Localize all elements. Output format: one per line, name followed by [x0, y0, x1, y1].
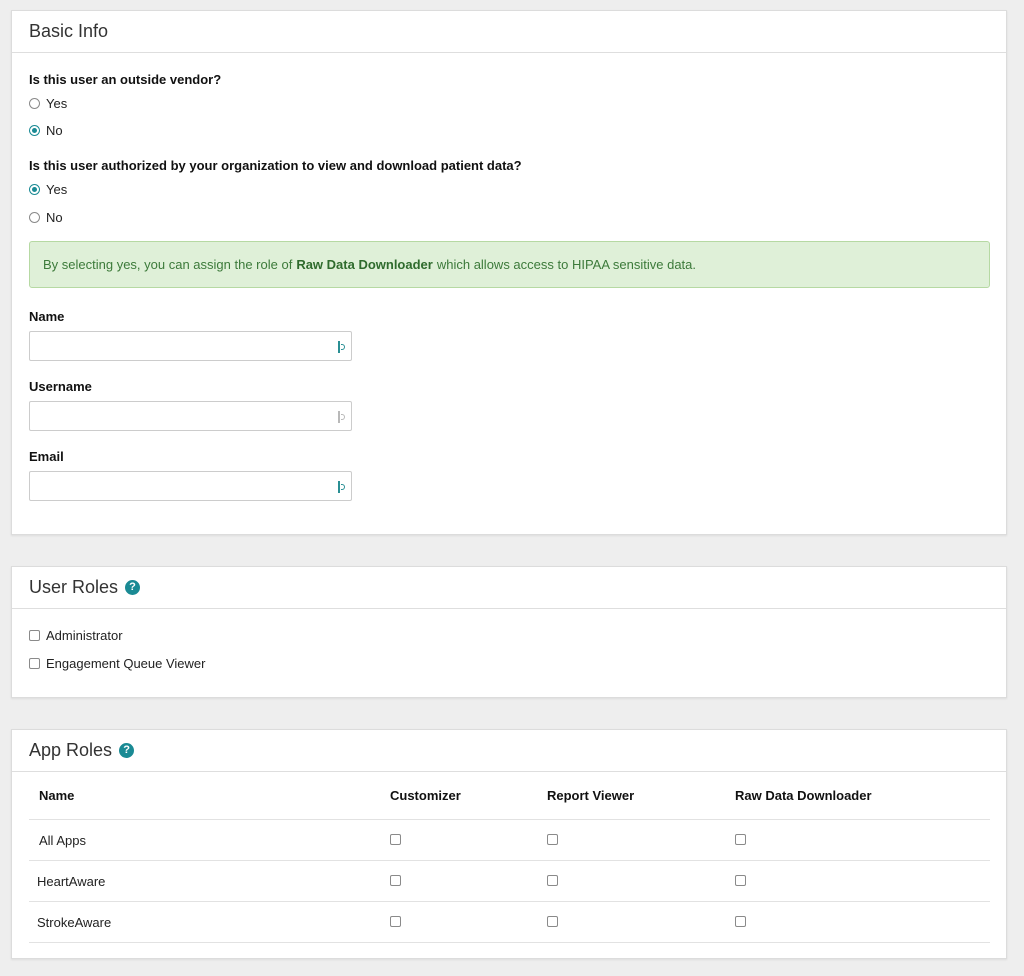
- report-viewer-cell: [547, 860, 735, 902]
- user-roles-header: User Roles ?: [12, 567, 1006, 609]
- basic-info-header: Basic Info: [12, 11, 1006, 53]
- user-roles-panel: User Roles ? Administrator Engagement Qu…: [11, 566, 1007, 698]
- role-administrator-label: Administrator: [46, 628, 123, 643]
- basic-info-title: Basic Info: [29, 21, 109, 41]
- column-header-report-viewer: Report Viewer: [547, 772, 735, 820]
- customizer-cell: [390, 819, 547, 861]
- vendor-yes-label: Yes: [46, 96, 68, 111]
- app-roles-title: App Roles: [29, 740, 113, 760]
- app-roles-header: App Roles ?: [12, 730, 1006, 772]
- autofill-icon[interactable]: [338, 479, 348, 493]
- vendor-no-label: No: [46, 123, 63, 138]
- role-administrator-checkbox[interactable]: [29, 630, 40, 641]
- vendor-yes-option[interactable]: Yes: [29, 96, 67, 111]
- app-name-cell: All Apps: [29, 819, 390, 861]
- role-engagement-checkbox[interactable]: [29, 658, 40, 669]
- authorized-yes-option[interactable]: Yes: [29, 182, 67, 197]
- help-icon[interactable]: ?: [125, 580, 141, 595]
- alert-prefix: By selecting yes, you can assign the rol…: [43, 257, 293, 272]
- app-roles-panel: App Roles ? Name Customizer Report Viewe…: [11, 729, 1007, 959]
- customizer-checkbox[interactable]: [390, 915, 401, 927]
- raw-data-checkbox[interactable]: [735, 874, 746, 886]
- customizer-cell: [390, 860, 547, 902]
- customizer-checkbox[interactable]: [390, 833, 401, 845]
- app-name-cell: HeartAware: [29, 860, 390, 902]
- role-administrator-option[interactable]: Administrator: [29, 628, 123, 643]
- email-input[interactable]: [29, 471, 352, 501]
- help-icon[interactable]: ?: [119, 743, 135, 758]
- authorized-no-label: No: [46, 210, 63, 225]
- report-viewer-checkbox[interactable]: [547, 915, 558, 927]
- report-viewer-cell: [547, 819, 735, 861]
- vendor-no-option[interactable]: No: [29, 123, 63, 138]
- vendor-no-radio[interactable]: [29, 125, 40, 136]
- column-header-customizer: Customizer: [390, 772, 547, 820]
- app-roles-table: Name Customizer Report Viewer Raw Data D…: [29, 772, 990, 943]
- raw-data-checkbox[interactable]: [735, 915, 746, 927]
- authorized-no-option[interactable]: No: [29, 210, 63, 225]
- report-viewer-checkbox[interactable]: [547, 833, 558, 845]
- customizer-cell: [390, 901, 547, 943]
- table-header-row: Name Customizer Report Viewer Raw Data D…: [29, 772, 990, 820]
- app-name-cell: StrokeAware: [29, 901, 390, 943]
- alert-suffix: which allows access to HIPAA sensitive d…: [436, 257, 696, 272]
- table-row: All Apps: [29, 819, 990, 861]
- column-header-raw-data: Raw Data Downloader: [735, 772, 990, 820]
- alert-role-name: Raw Data Downloader: [296, 257, 433, 272]
- role-engagement-label: Engagement Queue Viewer: [46, 656, 206, 671]
- vendor-yes-radio[interactable]: [29, 98, 40, 109]
- raw-data-alert: By selecting yes, you can assign the rol…: [29, 241, 990, 288]
- raw-data-checkbox[interactable]: [735, 833, 746, 845]
- authorized-yes-label: Yes: [46, 182, 68, 197]
- role-engagement-option[interactable]: Engagement Queue Viewer: [29, 656, 205, 671]
- authorized-no-radio[interactable]: [29, 212, 40, 223]
- raw-data-cell: [735, 901, 990, 943]
- customizer-checkbox[interactable]: [390, 874, 401, 886]
- name-label: Name: [29, 309, 65, 324]
- table-row: StrokeAware: [29, 901, 990, 943]
- column-header-name: Name: [29, 772, 390, 820]
- raw-data-cell: [735, 860, 990, 902]
- table-row: HeartAware: [29, 860, 990, 902]
- report-viewer-cell: [547, 901, 735, 943]
- user-roles-title: User Roles: [29, 577, 119, 597]
- username-label: Username: [29, 379, 92, 394]
- report-viewer-checkbox[interactable]: [547, 874, 558, 886]
- basic-info-panel: Basic Info Is this user an outside vendo…: [11, 10, 1007, 535]
- authorized-yes-radio[interactable]: [29, 184, 40, 195]
- username-input[interactable]: [29, 401, 352, 431]
- authorized-question: Is this user authorized by your organiza…: [29, 158, 522, 173]
- autofill-icon[interactable]: [338, 339, 348, 353]
- raw-data-cell: [735, 819, 990, 861]
- email-label: Email: [29, 449, 64, 464]
- name-input[interactable]: [29, 331, 352, 361]
- vendor-question: Is this user an outside vendor?: [29, 72, 222, 87]
- autofill-icon[interactable]: [338, 409, 348, 423]
